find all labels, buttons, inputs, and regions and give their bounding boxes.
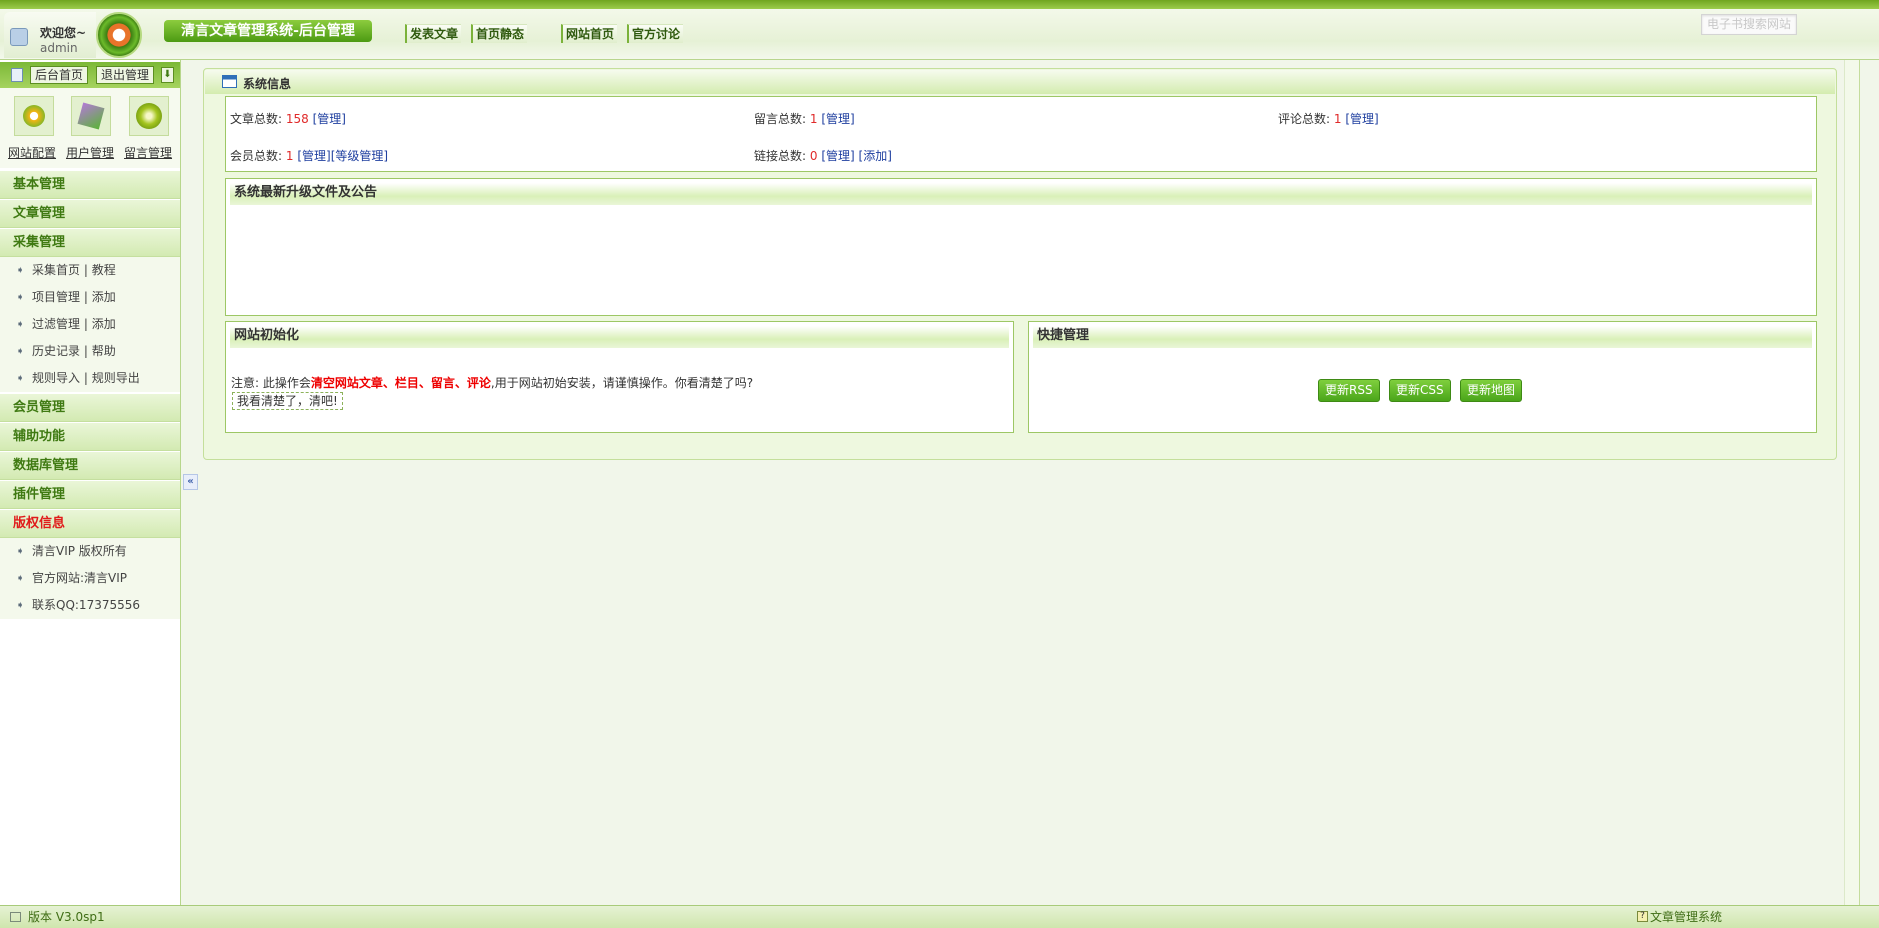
arrow-icon: ➧ [16, 573, 25, 584]
arrow-icon: ➧ [16, 600, 25, 611]
copyright-item: ➧ 官方网站:清言VIP [0, 565, 180, 592]
stat-messages: 留言总数: 1 [管理] [754, 112, 855, 126]
collapse-sidebar-button[interactable]: « [183, 474, 198, 490]
help-link[interactable]: 帮助 [92, 344, 116, 358]
top-stripe [0, 0, 1879, 9]
menu-article[interactable]: 文章管理 [0, 199, 180, 228]
official-site-link[interactable]: 官方网站:清言VIP [32, 571, 127, 585]
footer: 版本 V3.0sp1 ? 文章管理系统 [0, 905, 1879, 928]
site-config-link[interactable]: 网站配置 [8, 144, 56, 161]
project-add-link[interactable]: 添加 [92, 290, 116, 304]
links-manage-link[interactable]: [管理] [821, 149, 854, 163]
right-edge [1844, 60, 1860, 905]
arrow-icon: ➧ [16, 546, 25, 557]
collect-item: ➧ 历史记录 | 帮助 [0, 338, 180, 365]
links-add-link[interactable]: [添加] [859, 149, 892, 163]
message-manage-link[interactable]: 留言管理 [124, 144, 172, 161]
arrow-icon: ➧ [16, 292, 25, 303]
init-box: 网站初始化 注意: 此操作会清空网站文章、栏目、留言、评论,用于网站初始安装，请… [225, 321, 1014, 433]
collect-item: ➧ 过滤管理 | 添加 [0, 311, 180, 338]
nav-static-home[interactable]: 首页静态 [471, 24, 528, 43]
panel-title: 系统信息 [243, 77, 292, 91]
arrow-icon: ➧ [16, 373, 25, 384]
stat-members: 会员总数: 1 [管理][等级管理] [230, 149, 389, 163]
search-input[interactable]: 电子书搜索网站 [1701, 14, 1797, 35]
nav-post-article[interactable]: 发表文章 [405, 24, 462, 43]
nav-site-home[interactable]: 网站首页 [561, 24, 618, 43]
arrow-icon: ➧ [16, 265, 25, 276]
collect-item: ➧ 采集首页 | 教程 [0, 257, 180, 284]
update-map-button[interactable]: 更新地图 [1460, 379, 1523, 402]
messages-manage-link[interactable]: [管理] [821, 112, 854, 126]
copyright-item: ➧ 清言VIP 版权所有 [0, 538, 180, 565]
user-manage-link[interactable]: 用户管理 [66, 144, 114, 161]
admin-home-button[interactable]: 后台首页 [30, 66, 89, 84]
confirm-init-button[interactable]: 我看清楚了，清吧! [232, 392, 343, 410]
menu-basic[interactable]: 基本管理 [0, 170, 180, 199]
menu-plugin[interactable]: 插件管理 [0, 480, 180, 509]
logo-icon [96, 12, 142, 58]
message-manage-icon[interactable] [129, 96, 169, 136]
update-rss-button[interactable]: 更新RSS [1318, 379, 1380, 402]
version-text: 版本 V3.0sp1 [28, 910, 105, 924]
menu-database[interactable]: 数据库管理 [0, 451, 180, 480]
stat-links: 链接总数: 0 [管理] [添加] [754, 149, 892, 163]
announcement-title: 系统最新升级文件及公告 [230, 183, 1812, 205]
collect-home-link[interactable]: 采集首页 [32, 263, 80, 277]
help-icon[interactable]: ? [1637, 911, 1648, 922]
tutorial-link[interactable]: 教程 [92, 263, 116, 277]
app-title: 清言文章管理系统-后台管理 [164, 20, 372, 42]
user-icon [10, 28, 28, 46]
menu-collect[interactable]: 采集管理 [0, 228, 180, 257]
logout-button[interactable]: 退出管理 [96, 66, 155, 84]
filter-add-link[interactable]: 添加 [92, 317, 116, 331]
init-note: 注意: 此操作会清空网站文章、栏目、留言、评论,用于网站初始安装，请谨慎操作。你… [231, 376, 754, 390]
contact-qq: 联系QQ:17375556 [32, 598, 141, 612]
download-icon[interactable]: ⬇ [161, 67, 174, 83]
quick-manage-box: 快捷管理 [1028, 321, 1817, 433]
copyright-text: 清言VIP 版权所有 [32, 544, 127, 558]
menu-aux[interactable]: 辅助功能 [0, 422, 180, 451]
member-levels-link[interactable]: [等级管理] [331, 149, 388, 163]
quick-manage-title: 快捷管理 [1033, 326, 1812, 348]
panel-header: 系统信息 [205, 70, 1835, 94]
menu-copyright[interactable]: 版权信息 [0, 509, 180, 538]
init-title: 网站初始化 [230, 326, 1009, 348]
rule-import-link[interactable]: 规则导入 [32, 371, 80, 385]
announcement-box: 系统最新升级文件及公告 [225, 178, 1817, 316]
table-icon [222, 75, 237, 88]
calendar-icon [11, 68, 23, 82]
collect-item: ➧ 规则导入 | 规则导出 [0, 365, 180, 392]
arrow-icon: ➧ [16, 319, 25, 330]
update-css-button[interactable]: 更新CSS [1389, 379, 1451, 402]
site-config-icon[interactable] [14, 96, 54, 136]
articles-manage-link[interactable]: [管理] [313, 112, 346, 126]
copyright-item: ➧ 联系QQ:17375556 [0, 592, 180, 619]
footer-system-name: 文章管理系统 [1650, 910, 1723, 924]
collect-item: ➧ 项目管理 | 添加 [0, 284, 180, 311]
username: admin [40, 41, 78, 55]
history-link[interactable]: 历史记录 [32, 344, 80, 358]
rule-export-link[interactable]: 规则导出 [92, 371, 140, 385]
nav-official-forum[interactable]: 官方讨论 [627, 24, 684, 43]
stat-articles: 文章总数: 158 [管理] [230, 112, 346, 126]
comments-manage-link[interactable]: [管理] [1345, 112, 1378, 126]
stat-comments: 评论总数: 1 [管理] [1278, 112, 1379, 126]
members-manage-link[interactable]: [管理] [297, 149, 330, 163]
menu-member[interactable]: 会员管理 [0, 393, 180, 422]
user-manage-icon[interactable] [71, 96, 111, 136]
doc-icon [10, 912, 21, 922]
filter-manage-link[interactable]: 过滤管理 [32, 317, 80, 331]
arrow-icon: ➧ [16, 346, 25, 357]
project-manage-link[interactable]: 项目管理 [32, 290, 80, 304]
stats-box [225, 96, 1817, 172]
welcome-text: 欢迎您~ [40, 26, 87, 40]
